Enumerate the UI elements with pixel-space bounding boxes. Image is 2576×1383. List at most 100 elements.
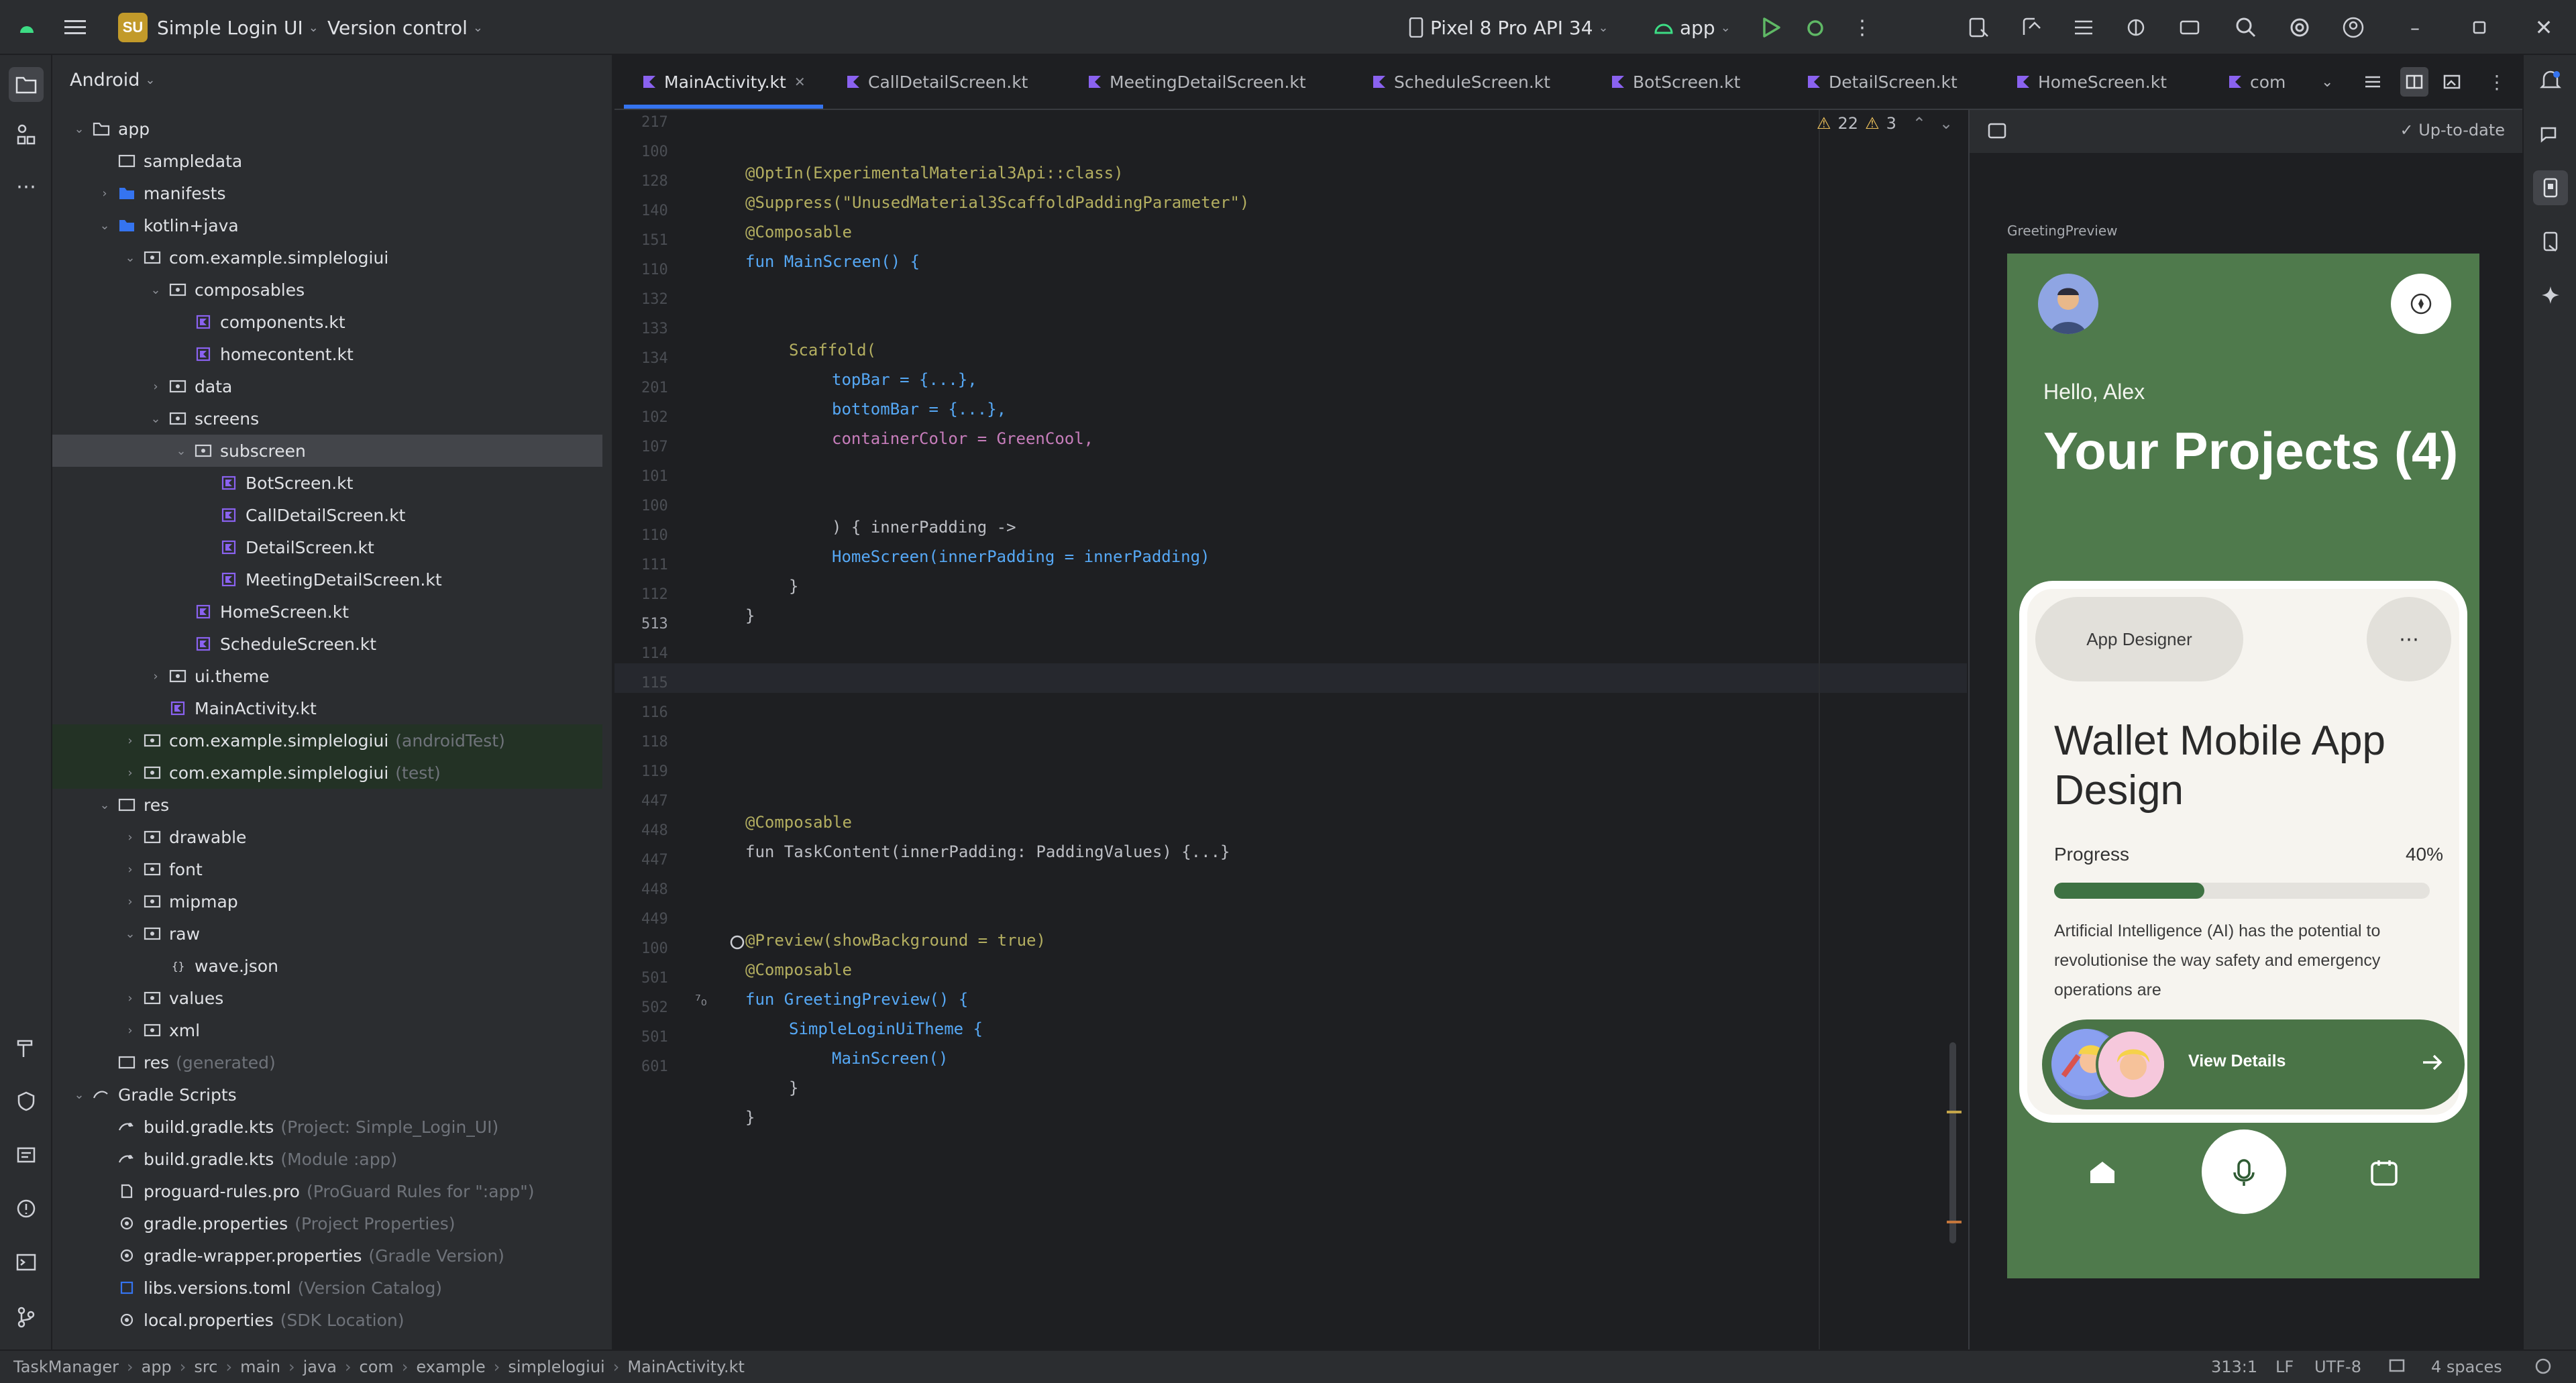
tree-item[interactable]: › data bbox=[52, 370, 602, 402]
view-details-button[interactable]: View Details bbox=[2042, 1019, 2465, 1109]
vcs-tool-button[interactable] bbox=[13, 1304, 40, 1331]
tree-item[interactable]: DetailScreen.kt bbox=[52, 531, 602, 563]
tree-item[interactable]: › com.example.simplelogiui (androidTest) bbox=[52, 724, 602, 757]
notification-button[interactable] bbox=[2391, 274, 2451, 334]
tab-calldetail[interactable]: CallDetailScreen.kt bbox=[845, 55, 1028, 109]
chevron-right-icon[interactable]: › bbox=[121, 895, 140, 909]
breadcrumb-item[interactable]: example bbox=[416, 1358, 485, 1376]
tab-overflow[interactable]: com bbox=[2227, 55, 2286, 109]
tree-item[interactable]: ⌄ kotlin+java bbox=[52, 209, 602, 241]
tree-item[interactable]: local.properties (SDK Location) bbox=[52, 1304, 602, 1336]
project-view-selector[interactable]: Android ⌄ bbox=[70, 70, 155, 91]
tree-item[interactable]: ScheduleScreen.kt bbox=[52, 628, 602, 660]
design-view-button[interactable] bbox=[2443, 55, 2461, 109]
tree-item[interactable]: ⌄ res bbox=[52, 789, 602, 821]
sdk-manager-button[interactable] bbox=[2123, 14, 2149, 41]
chevron-right-icon[interactable]: › bbox=[121, 991, 140, 1005]
breadcrumb-item[interactable]: src bbox=[194, 1358, 217, 1376]
tree-item[interactable]: ⌄ Gradle Scripts bbox=[52, 1078, 602, 1111]
chevron-down-icon[interactable]: ⌄ bbox=[1939, 114, 1953, 133]
tree-item[interactable]: › xml bbox=[52, 1014, 602, 1046]
chevron-right-icon[interactable]: › bbox=[121, 734, 140, 748]
chevron-down-icon[interactable]: ⌄ bbox=[121, 251, 140, 265]
project-tool-button[interactable] bbox=[9, 67, 44, 102]
more-tools-button[interactable]: ⋯ bbox=[13, 173, 40, 200]
maximize-button[interactable] bbox=[2466, 14, 2493, 41]
tree-item[interactable]: ⌄ composables bbox=[52, 274, 602, 306]
chevron-down-icon[interactable]: ⌄ bbox=[95, 798, 114, 812]
tree-item[interactable]: sampledata bbox=[52, 145, 602, 177]
device-explorer-button[interactable] bbox=[2537, 228, 2564, 255]
tab-mainactivity[interactable]: MainActivity.kt ✕ bbox=[624, 55, 823, 109]
tab-meetingdetail[interactable]: MeetingDetailScreen.kt bbox=[1087, 55, 1306, 109]
tree-item[interactable]: ⌄ raw bbox=[52, 918, 602, 950]
apply-changes-button[interactable] bbox=[1966, 14, 1992, 41]
tree-item[interactable]: › com.example.simplelogiui (test) bbox=[52, 757, 602, 789]
nav-calendar-button[interactable] bbox=[2351, 1139, 2418, 1206]
tree-item[interactable]: {} wave.json bbox=[52, 950, 602, 982]
phone-screen[interactable]: Hello, Alex Your Projects (4) App Design… bbox=[2007, 254, 2479, 1278]
role-chip[interactable]: App Designer bbox=[2035, 597, 2243, 681]
tree-item[interactable]: libs.versions.toml (Version Catalog) bbox=[52, 1272, 602, 1304]
indent-setting[interactable]: 4 spaces bbox=[2431, 1358, 2502, 1376]
settings-button[interactable] bbox=[2286, 14, 2313, 41]
search-button[interactable] bbox=[2233, 14, 2259, 41]
chevron-right-icon[interactable]: › bbox=[121, 766, 140, 780]
gemini-chat-button[interactable] bbox=[2537, 121, 2564, 148]
tree-item[interactable]: build.gradle.kts (Project: Simple_Login_U… bbox=[52, 1111, 602, 1143]
tree-item[interactable]: gradle.properties (Project Properties) bbox=[52, 1207, 602, 1239]
build-tool-button[interactable] bbox=[13, 1034, 40, 1061]
breadcrumb-item[interactable]: app bbox=[142, 1358, 172, 1376]
problems-tool-button[interactable] bbox=[13, 1195, 40, 1222]
tab-more-button[interactable]: ⋮ bbox=[2487, 55, 2506, 109]
tree-item[interactable]: › font bbox=[52, 853, 602, 885]
tree-item[interactable]: ⌄ app bbox=[52, 113, 602, 145]
inspection-widget[interactable]: ⚠ 22 ⚠ 3 ⌃ ⌄ bbox=[1817, 114, 1953, 133]
chevron-down-icon[interactable]: ⌄ bbox=[121, 927, 140, 941]
breadcrumb-item[interactable]: main bbox=[240, 1358, 280, 1376]
tree-item[interactable]: CallDetailScreen.kt bbox=[52, 499, 602, 531]
tab-detail[interactable]: DetailScreen.kt bbox=[1806, 55, 1957, 109]
code-editor[interactable]: 217 100 128 140 151 110 132 133 134 201 102 107 101 1… bbox=[614, 110, 1967, 1349]
nav-home-button[interactable] bbox=[2069, 1139, 2136, 1206]
more-actions-button[interactable]: ⋮ bbox=[1849, 14, 1876, 41]
readonly-toggle[interactable] bbox=[2388, 1358, 2406, 1374]
tree-item[interactable]: HomeScreen.kt bbox=[52, 596, 602, 628]
avatar[interactable] bbox=[2038, 274, 2098, 334]
chevron-down-icon[interactable]: ⌄ bbox=[146, 283, 165, 297]
tree-item[interactable]: › values bbox=[52, 982, 602, 1014]
minimize-button[interactable]: – bbox=[2402, 14, 2428, 41]
logcat-tool-button[interactable] bbox=[13, 1142, 40, 1168]
chevron-down-icon[interactable]: ⌄ bbox=[146, 412, 165, 426]
tab-home[interactable]: HomeScreen.kt bbox=[2015, 55, 2167, 109]
tree-item[interactable]: ⌄ subscreen bbox=[52, 435, 602, 467]
device-selector[interactable]: Pixel 8 Pro API 34 ⌄ bbox=[1409, 0, 1609, 55]
android-logo-icon[interactable] bbox=[17, 0, 36, 55]
preview-gutter-icon[interactable] bbox=[729, 934, 746, 951]
run-button[interactable] bbox=[1758, 14, 1784, 41]
app-quality-button[interactable] bbox=[13, 1088, 40, 1115]
account-button[interactable] bbox=[2340, 14, 2367, 41]
chevron-right-icon[interactable]: › bbox=[121, 863, 140, 877]
run-gutter-icon[interactable]: ⁷₀ bbox=[695, 993, 715, 1013]
chevron-down-icon[interactable]: ⌄ bbox=[172, 444, 191, 458]
nav-center-button[interactable] bbox=[2202, 1129, 2286, 1214]
line-separator[interactable]: LF bbox=[2275, 1358, 2294, 1376]
tree-item[interactable]: › ui.theme bbox=[52, 660, 602, 692]
project-card[interactable]: App Designer ⋯ Wallet Mobile App Design … bbox=[2019, 581, 2467, 1123]
chevron-up-icon[interactable]: ⌃ bbox=[1913, 114, 1926, 133]
tree-item[interactable]: homecontent.kt bbox=[52, 338, 602, 370]
tree-item[interactable]: res (generated) bbox=[52, 1046, 602, 1078]
running-devices-button[interactable] bbox=[2533, 170, 2568, 205]
vcs-menu[interactable]: Version control ⌄ bbox=[327, 0, 483, 55]
tree-item[interactable]: › manifests bbox=[52, 177, 602, 209]
tree-item[interactable]: › drawable bbox=[52, 821, 602, 853]
run-config-selector[interactable]: app ⌄ bbox=[1653, 0, 1731, 55]
chevron-right-icon[interactable]: › bbox=[146, 380, 165, 394]
main-menu-button[interactable] bbox=[64, 0, 86, 55]
tab-schedule[interactable]: ScheduleScreen.kt bbox=[1371, 55, 1550, 109]
caret-position[interactable]: 313:1 bbox=[2211, 1358, 2257, 1376]
terminal-tool-button[interactable] bbox=[13, 1249, 40, 1276]
code-view-button[interactable] bbox=[2364, 55, 2381, 109]
sync-button[interactable] bbox=[2070, 14, 2097, 41]
